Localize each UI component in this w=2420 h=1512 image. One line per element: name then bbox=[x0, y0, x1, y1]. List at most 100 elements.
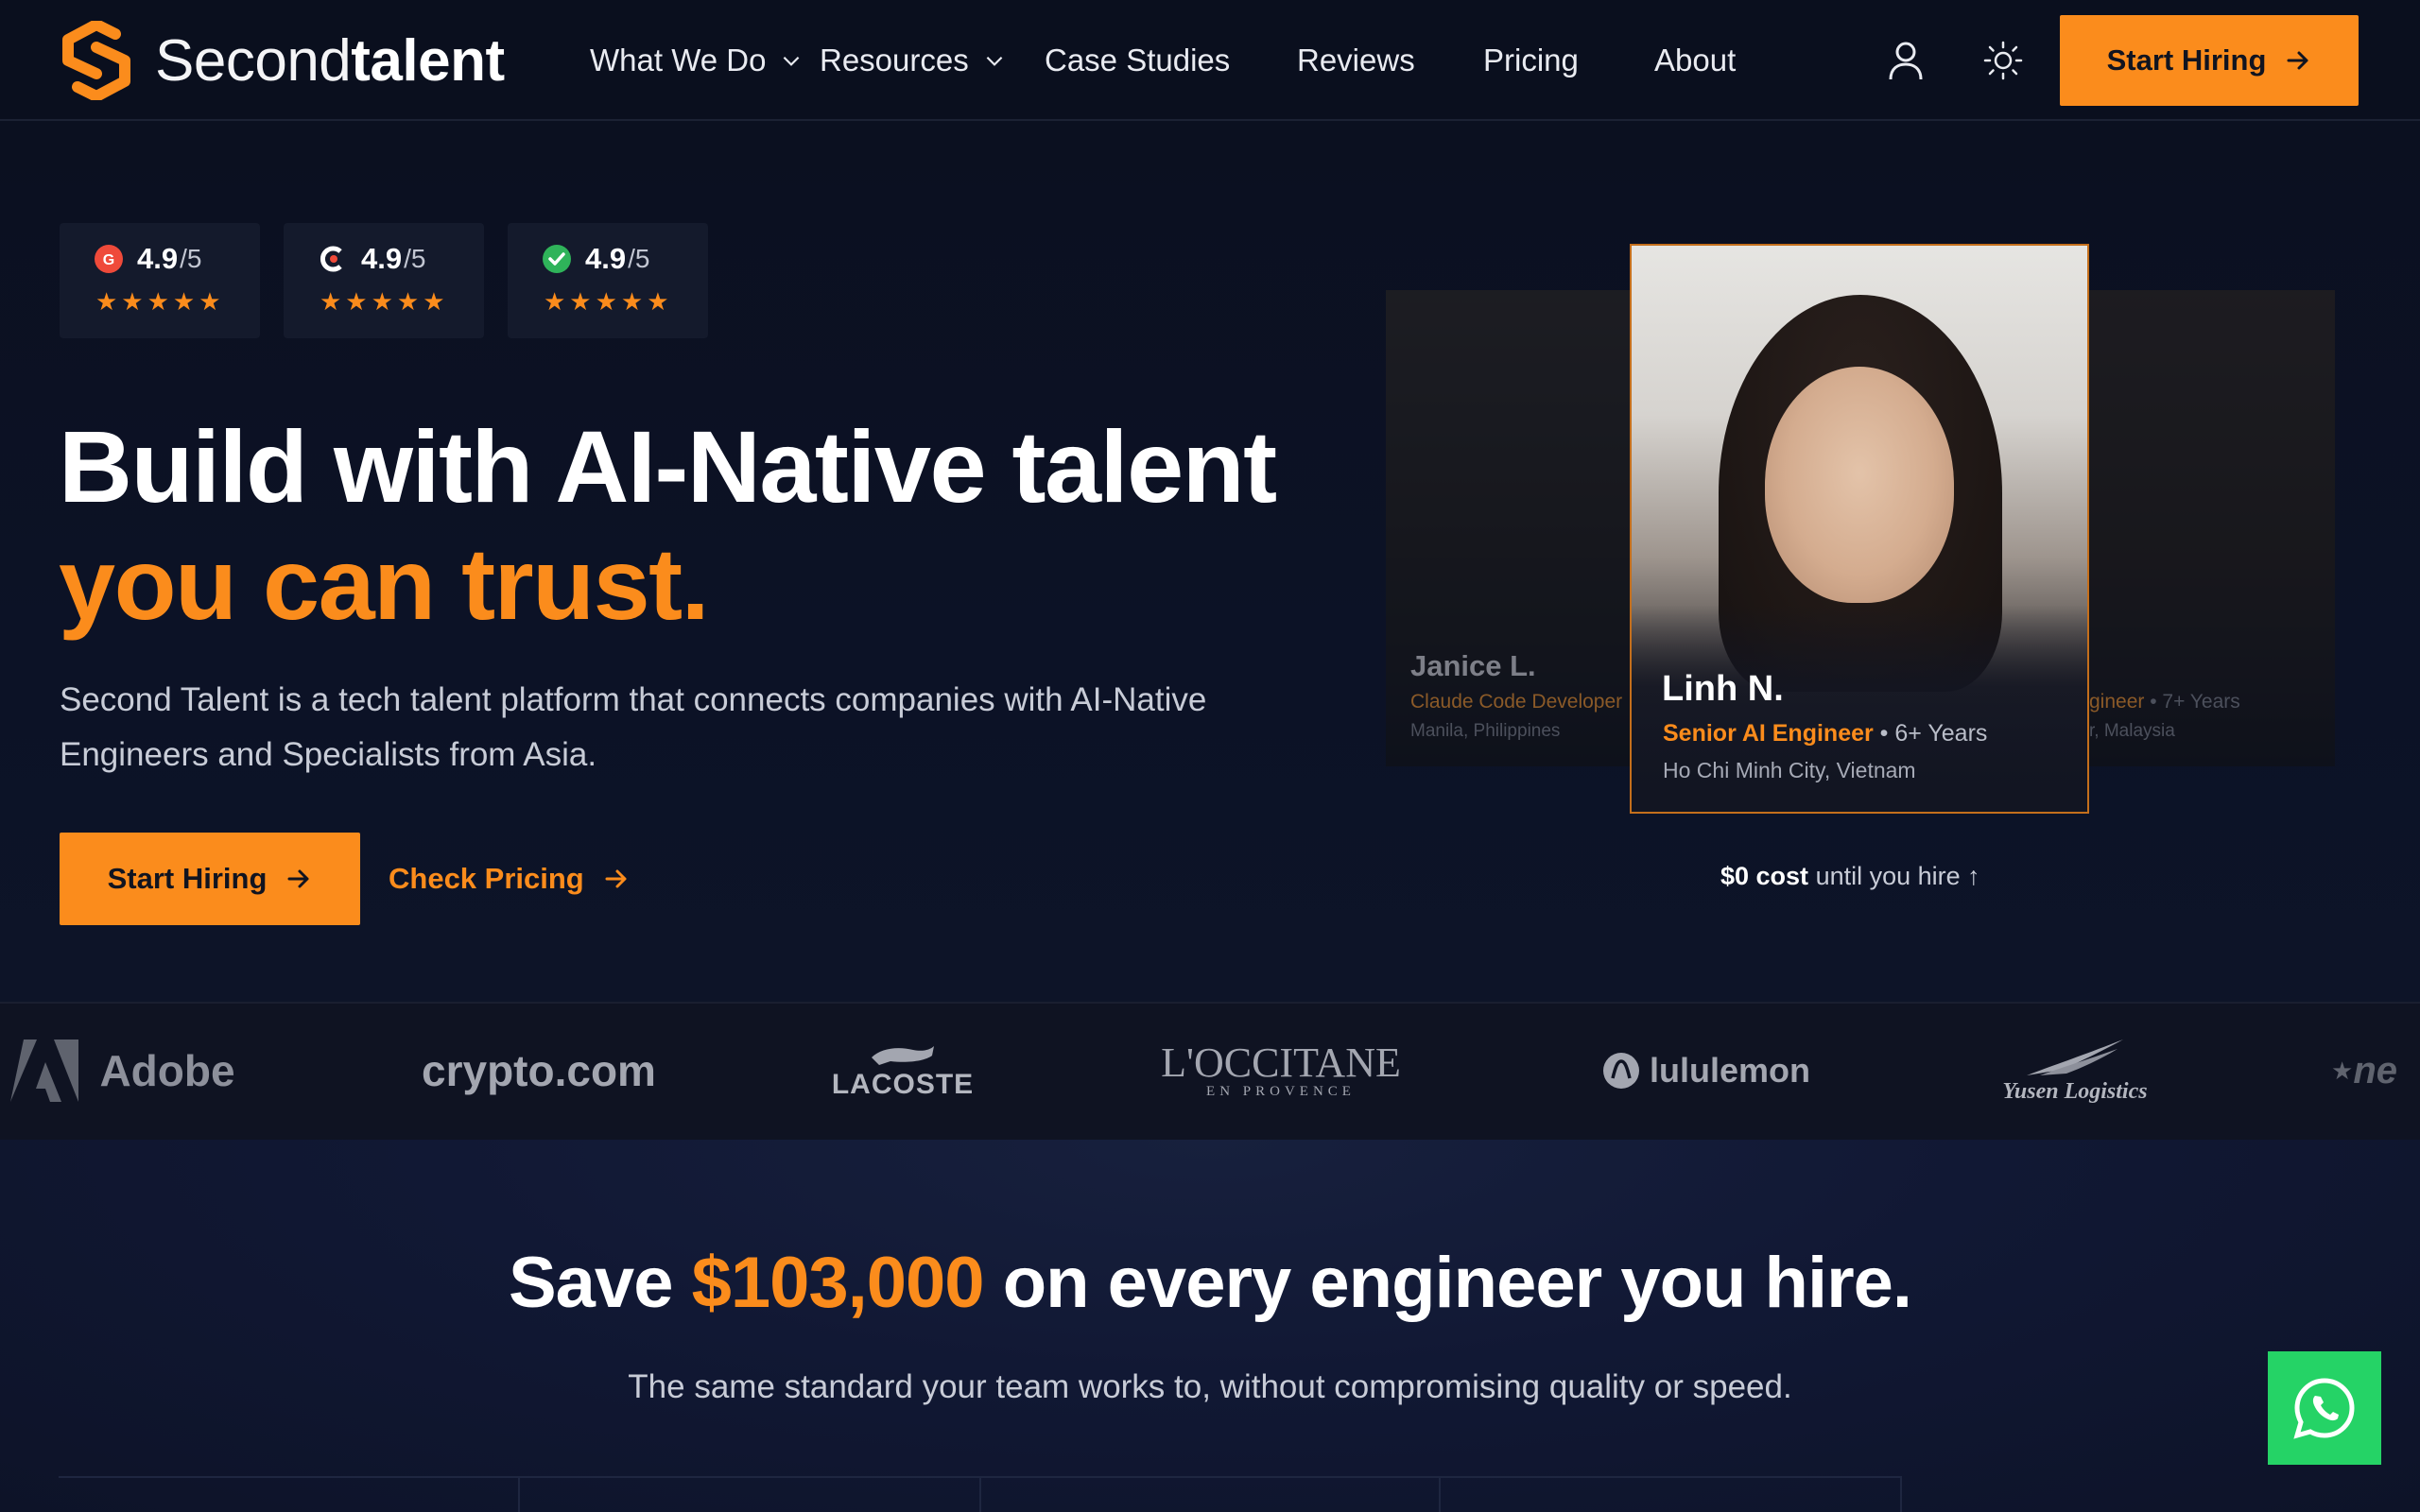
secondtalent-logo-icon bbox=[62, 21, 130, 100]
talent-location: Manila, Philippines bbox=[1410, 721, 1561, 741]
account-button[interactable] bbox=[1879, 34, 1932, 87]
nav-item-what-we-do[interactable]: What We Do bbox=[590, 38, 804, 83]
logo-text: Adobe bbox=[99, 1046, 235, 1095]
column-divider bbox=[1900, 1476, 1902, 1512]
client-logo-adobe: Adobe bbox=[0, 1028, 246, 1113]
column-divider bbox=[979, 1476, 981, 1512]
photo-face-shape bbox=[1765, 367, 1954, 603]
svg-text:G: G bbox=[103, 252, 114, 268]
talent-name: Linh N. bbox=[1662, 669, 1784, 709]
arrow-right-icon bbox=[287, 869, 309, 888]
headline-line-2-accent: you can trust. bbox=[59, 526, 710, 641]
cost-note-text: until you hire ↑ bbox=[1808, 862, 1980, 890]
rating-score: 4.9 bbox=[137, 242, 179, 275]
hero-headline: Build with AI-Native talent you can trus… bbox=[59, 408, 1277, 643]
hero-description: Second Talent is a tech talent platform … bbox=[60, 681, 1207, 773]
star-rating: ★★★★★ bbox=[95, 287, 225, 316]
logo-text: ne bbox=[2353, 1049, 2397, 1091]
top-navbar: Secondtalent What We Do Resources Case S… bbox=[0, 0, 2420, 121]
talent-location: Ho Chi Minh City, Vietnam bbox=[1663, 758, 1916, 782]
rating-badge-verified[interactable]: 4.9/5 ★★★★★ bbox=[508, 223, 708, 338]
nav-label: What We Do bbox=[590, 43, 767, 77]
rating-badge-clutch[interactable]: 4.9/5 ★★★★★ bbox=[284, 223, 484, 338]
whatsapp-icon bbox=[2293, 1378, 2355, 1439]
adobe-icon bbox=[10, 1040, 79, 1102]
chevron-down-icon bbox=[986, 56, 1003, 66]
savings-heading: Save $103,000 on every engineer you hire… bbox=[0, 1242, 2420, 1324]
nav-item-resources[interactable]: Resources bbox=[820, 38, 1007, 83]
rating-score: 4.9 bbox=[361, 242, 403, 275]
nav-item-case-studies[interactable]: Case Studies bbox=[1045, 38, 1230, 83]
client-logo-lululemon: lululemon bbox=[1598, 1028, 1815, 1113]
theme-toggle-button[interactable] bbox=[1977, 34, 2030, 87]
user-icon bbox=[1889, 42, 1923, 80]
button-label: Start Hiring bbox=[2106, 43, 2267, 77]
client-logo-crypto-com: crypto.com bbox=[406, 1028, 671, 1113]
start-hiring-hero-button[interactable]: Start Hiring bbox=[60, 833, 360, 925]
talent-role-line: gineer • 7+ Years bbox=[2089, 691, 2240, 713]
savings-section bbox=[0, 1140, 2420, 1512]
clutch-icon bbox=[320, 246, 342, 272]
logo-text: LACOSTE bbox=[831, 1069, 975, 1100]
client-logo-lacoste: LACOSTE bbox=[822, 1028, 983, 1113]
lululemon-icon bbox=[1603, 1053, 1639, 1089]
rating-badge-g2[interactable]: G 4.9/5 ★★★★★ bbox=[60, 223, 260, 338]
rating-max: /5 bbox=[628, 244, 650, 273]
heading-text: on every engineer you hire. bbox=[983, 1243, 1912, 1323]
crocodile-icon bbox=[872, 1046, 934, 1065]
talent-card-janice[interactable]: Janice L. Claude Code Developer Manila, … bbox=[1386, 290, 1669, 766]
headline-line-1: Build with AI-Native talent bbox=[59, 409, 1277, 524]
star-rating: ★★★★★ bbox=[544, 287, 673, 316]
nav-label: Reviews bbox=[1297, 43, 1415, 77]
check-pricing-link[interactable]: Check Pricing bbox=[389, 855, 630, 902]
logo-text: crypto.com bbox=[422, 1046, 656, 1095]
cost-note-bold: $0 cost bbox=[1720, 862, 1809, 890]
sun-icon bbox=[1983, 41, 2023, 80]
talent-role-line: Senior AI Engineer • 6+ Years bbox=[1663, 720, 1987, 747]
button-label: Start Hiring bbox=[107, 862, 268, 895]
star-rating: ★★★★★ bbox=[320, 287, 449, 316]
nav-item-pricing[interactable]: Pricing bbox=[1483, 38, 1579, 83]
talent-years: • 6+ Years bbox=[1873, 720, 1988, 747]
nav-item-about[interactable]: About bbox=[1654, 38, 1736, 83]
logo-text: lululemon bbox=[1650, 1051, 1810, 1090]
client-logo-partial: ★ ne bbox=[2331, 1028, 2420, 1113]
nav-label: About bbox=[1654, 43, 1737, 77]
talent-role: Claude Code Developer bbox=[1410, 691, 1623, 713]
arrow-right-icon bbox=[2287, 51, 2308, 70]
nav-item-reviews[interactable]: Reviews bbox=[1297, 38, 1415, 83]
logo-text: Yusen Logistics bbox=[2002, 1078, 2148, 1104]
cost-note: $0 cost until you hire ↑ bbox=[1720, 862, 1980, 891]
chevron-down-icon bbox=[784, 56, 800, 66]
talent-location: r, Malaysia bbox=[2089, 721, 2175, 741]
arrow-right-icon bbox=[605, 869, 627, 888]
nav-label: Resources bbox=[820, 43, 969, 77]
brand-wordmark: Secondtalent bbox=[155, 27, 505, 94]
column-divider bbox=[1439, 1476, 1441, 1512]
rating-max: /5 bbox=[180, 244, 202, 273]
heading-text: Save bbox=[508, 1243, 692, 1323]
client-logo-yusen: Yusen Logistics bbox=[1985, 1028, 2165, 1113]
talent-role: Senior AI Engineer bbox=[1663, 720, 1874, 747]
logo-text: L'OCCITANE bbox=[1161, 1039, 1401, 1086]
logo-subtext: EN PROVENCE bbox=[1206, 1083, 1356, 1099]
talent-card-featured[interactable]: Linh N. Senior AI Engineer • 6+ Years Ho… bbox=[1630, 244, 2089, 814]
verified-check-icon bbox=[543, 245, 571, 273]
rating-score: 4.9 bbox=[585, 242, 627, 275]
client-logo-loccitane: L'OCCITANE EN PROVENCE bbox=[1144, 1028, 1418, 1113]
talent-years: • 7+ Years bbox=[2144, 691, 2240, 713]
star-icon: ★ bbox=[2331, 1056, 2354, 1085]
rating-max: /5 bbox=[404, 244, 426, 273]
start-hiring-nav-button[interactable]: Start Hiring bbox=[2060, 15, 2359, 106]
link-label: Check Pricing bbox=[389, 862, 584, 895]
brand-logo[interactable]: Secondtalent bbox=[59, 21, 505, 100]
column-divider bbox=[518, 1476, 520, 1512]
savings-amount: $103,000 bbox=[691, 1243, 985, 1323]
nav-label: Case Studies bbox=[1045, 43, 1231, 77]
wing-icon bbox=[2027, 1039, 2123, 1075]
talent-name: Janice L. bbox=[1410, 649, 1536, 682]
whatsapp-chat-button[interactable] bbox=[2268, 1351, 2381, 1465]
nav-label: Pricing bbox=[1483, 43, 1579, 77]
talent-card-right[interactable]: gineer • 7+ Years r, Malaysia bbox=[2051, 290, 2335, 766]
g2-icon: G bbox=[95, 245, 123, 273]
